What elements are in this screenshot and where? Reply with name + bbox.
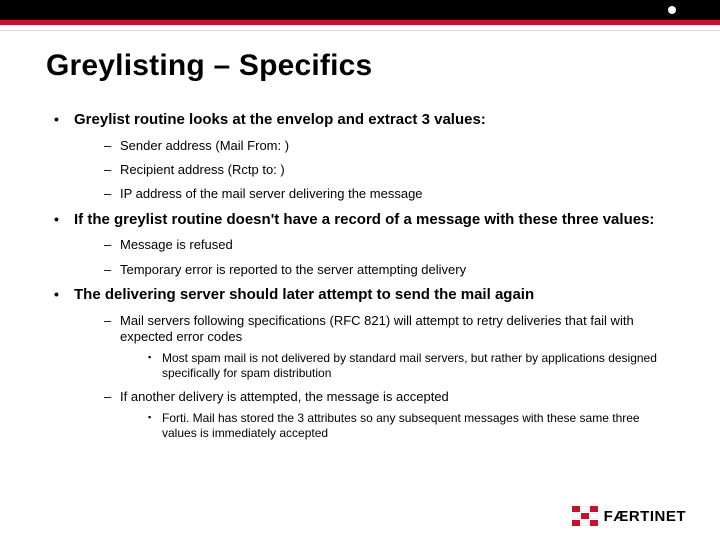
subsub-list: Most spam mail is not delivered by stand… [120, 351, 674, 381]
subsub-item: Forti. Mail has stored the 3 attributes … [148, 411, 674, 441]
sub-text: IP address of the mail server delivering… [120, 186, 423, 201]
bullet-item: The delivering server should later attem… [50, 286, 674, 442]
sub-item: IP address of the mail server delivering… [104, 186, 674, 202]
sub-text: Sender address (Mail From: ) [120, 138, 289, 153]
sub-item: Recipient address (Rctp to: ) [104, 162, 674, 178]
sub-text: Recipient address (Rctp to: ) [120, 162, 285, 177]
subsub-item: Most spam mail is not delivered by stand… [148, 351, 674, 381]
bullet-text: If the greylist routine doesn't have a r… [74, 211, 654, 228]
slide-title: Greylisting – Specifics [46, 49, 674, 83]
bullet-text: The delivering server should later attem… [74, 286, 534, 303]
sub-list: Mail servers following specifications (R… [74, 313, 674, 442]
sub-text: If another delivery is attempted, the me… [120, 389, 449, 404]
sub-item: Sender address (Mail From: ) [104, 138, 674, 154]
header-black-bar [0, 0, 720, 20]
sub-item: If another delivery is attempted, the me… [104, 389, 674, 441]
subsub-text: Forti. Mail has stored the 3 attributes … [162, 411, 640, 440]
bullet-item: Greylist routine looks at the envelop an… [50, 111, 674, 203]
sub-text: Temporary error is reported to the serve… [120, 262, 466, 277]
sub-item: Mail servers following specifications (R… [104, 313, 674, 382]
brand-logo: FÆRTINET [572, 506, 686, 526]
subsub-text: Most spam mail is not delivered by stand… [162, 351, 657, 380]
slide-body: Greylisting – Specifics Greylist routine… [0, 31, 720, 441]
sub-text: Message is refused [120, 237, 233, 252]
bullet-list: Greylist routine looks at the envelop an… [46, 111, 674, 441]
sub-item: Temporary error is reported to the serve… [104, 262, 674, 278]
sub-list: Message is refused Temporary error is re… [74, 237, 674, 278]
header-red-stripe [0, 20, 720, 25]
sub-list: Sender address (Mail From: ) Recipient a… [74, 138, 674, 203]
subsub-list: Forti. Mail has stored the 3 attributes … [120, 411, 674, 441]
bullet-text: Greylist routine looks at the envelop an… [74, 111, 486, 128]
logo-text: FÆRTINET [604, 508, 686, 525]
sub-item: Message is refused [104, 237, 674, 253]
bullet-item: If the greylist routine doesn't have a r… [50, 211, 674, 278]
logo-mark-icon [572, 506, 598, 526]
sub-text: Mail servers following specifications (R… [120, 313, 634, 344]
